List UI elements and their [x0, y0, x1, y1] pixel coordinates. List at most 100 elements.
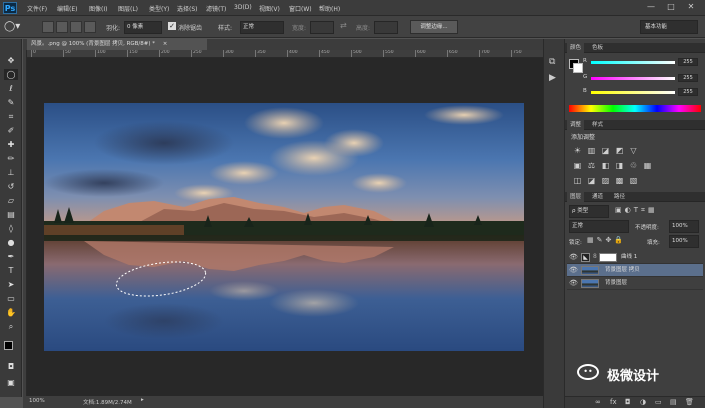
tab-styles[interactable]: 样式 [589, 120, 606, 130]
menu-item[interactable]: 滤镜(T) [206, 4, 226, 13]
layer-thumbnail[interactable] [581, 279, 599, 288]
adjustment-icon[interactable]: ▽ [629, 146, 638, 155]
document-tab[interactable]: 风景。.png @ 100% (背景图层 拷贝, RGB/8#) * × [27, 39, 207, 50]
shape-tool-icon[interactable]: ▭ [4, 293, 18, 304]
refine-edge-button[interactable]: 调整边缘... [410, 20, 458, 34]
marquee-tool-icon[interactable]: ◯ [4, 69, 18, 80]
dodge-tool-icon[interactable]: ● [4, 237, 18, 248]
close-button[interactable]: ✕ [684, 2, 698, 13]
layer-footer-icon[interactable]: ◑ [640, 398, 646, 406]
layer-row-selected[interactable]: 👁 背景图层 拷贝 [567, 264, 703, 277]
workspace-select[interactable]: 基本功能 [640, 20, 698, 34]
layer-row[interactable]: 👁 ◣ 8 曲线 1 [567, 251, 703, 264]
g-value[interactable]: 255 [678, 74, 698, 82]
menu-item[interactable]: 窗口(W) [289, 4, 312, 13]
layer-name[interactable]: 背景图层 [605, 279, 627, 288]
feather-input[interactable]: 0 像素 [124, 21, 162, 34]
layer-filter-select[interactable]: ρ 类型 [569, 205, 609, 218]
g-track[interactable] [591, 77, 675, 80]
opacity-input[interactable]: 100% [669, 220, 699, 233]
actions-panel-icon[interactable]: ▶ [549, 73, 561, 85]
tab-adjustments[interactable]: 调整 [567, 120, 585, 130]
antialias-checkbox[interactable]: ✓ [168, 22, 176, 30]
blend-mode-select[interactable]: 正常 [569, 220, 629, 233]
layer-footer-icon[interactable]: ▭ [655, 398, 662, 406]
crop-tool-icon[interactable]: ⌗ [4, 111, 18, 122]
menu-item[interactable]: 编辑(E) [57, 4, 77, 13]
new-selection-icon[interactable] [42, 21, 54, 33]
add-selection-icon[interactable] [56, 21, 68, 33]
menu-item[interactable]: 视图(V) [259, 4, 280, 13]
adjustment-icon[interactable]: ♲ [629, 161, 638, 170]
tab-close-icon[interactable]: × [163, 41, 168, 47]
landscape-photo[interactable] [44, 103, 524, 351]
ellipse-marquee-preset-icon[interactable]: ◯▾ [4, 20, 26, 34]
move-tool-icon[interactable]: ✥ [4, 55, 18, 66]
hand-tool-icon[interactable]: ✋ [4, 307, 18, 318]
visibility-eye-icon[interactable]: 👁 [569, 279, 578, 287]
color-spectrum[interactable] [569, 105, 701, 112]
r-value[interactable]: 255 [678, 58, 698, 66]
height-input[interactable] [374, 21, 398, 34]
quick-select-tool-icon[interactable]: ✎ [4, 97, 18, 108]
adjustment-icon[interactable]: ▧ [629, 176, 638, 185]
status-menu-icon[interactable]: ▸ [141, 397, 144, 403]
layer-name[interactable]: 曲线 1 [621, 253, 637, 262]
adjustment-icon[interactable]: ◧ [601, 161, 610, 170]
tab-paths[interactable]: 路径 [611, 192, 628, 202]
b-track[interactable] [591, 91, 675, 94]
r-track[interactable] [591, 61, 675, 64]
menu-item[interactable]: 3D(D) [234, 4, 252, 11]
canvas-area[interactable] [27, 58, 543, 396]
foreground-color-swatch[interactable] [4, 341, 13, 350]
stamp-tool-icon[interactable]: ⊥ [4, 167, 18, 178]
adjustment-icon[interactable]: ▦ [643, 161, 652, 170]
path-select-tool-icon[interactable]: ➤ [4, 279, 18, 290]
panel-background-swatch[interactable] [573, 63, 583, 73]
lasso-tool-icon[interactable]: ℓ [4, 83, 18, 94]
blur-tool-icon[interactable]: ◊ [4, 223, 18, 234]
tab-layers[interactable]: 图层 [567, 192, 585, 202]
eyedropper-tool-icon[interactable]: ✐ [4, 125, 18, 136]
adjustment-icon[interactable]: ▩ [615, 176, 624, 185]
layer-thumbnail[interactable] [581, 266, 599, 275]
layer-mask-thumbnail[interactable] [599, 253, 617, 262]
intersect-selection-icon[interactable] [84, 21, 96, 33]
adjustment-icon[interactable]: ☀ [573, 146, 582, 155]
g-slider[interactable]: G 255 [583, 74, 701, 82]
screen-mode-icon[interactable]: ▣ [4, 377, 18, 388]
minimize-button[interactable]: — [644, 2, 658, 13]
healing-tool-icon[interactable]: ✚ [4, 139, 18, 150]
adjustment-icon[interactable]: ▣ [573, 161, 582, 170]
tab-swatches[interactable]: 色板 [589, 43, 606, 53]
layer-filter-icons[interactable]: ▣◐T⌗▦ [615, 206, 658, 215]
menu-item[interactable]: 帮助(H) [319, 4, 340, 13]
adjustment-icon[interactable]: ⚖ [587, 161, 596, 170]
swap-icon[interactable]: ⇄ [340, 21, 347, 30]
layer-footer-icon[interactable]: fx [610, 398, 617, 406]
history-panel-icon[interactable]: ⧉ [549, 57, 561, 69]
gradient-tool-icon[interactable]: ▤ [4, 209, 18, 220]
layer-footer-icon[interactable]: ∞ [595, 398, 601, 406]
style-select[interactable]: 正常 [240, 21, 284, 34]
visibility-eye-icon[interactable]: 👁 [569, 253, 578, 261]
adjustment-icon[interactable]: ◪ [601, 146, 610, 155]
layer-name[interactable]: 背景图层 拷贝 [605, 266, 640, 275]
adjustment-icon[interactable]: ◫ [573, 176, 582, 185]
visibility-eye-icon[interactable]: 👁 [569, 266, 578, 274]
eraser-tool-icon[interactable]: ▱ [4, 195, 18, 206]
tab-color[interactable]: 颜色 [567, 43, 585, 53]
subtract-selection-icon[interactable] [70, 21, 82, 33]
zoom-level[interactable]: 100% [29, 398, 45, 404]
width-input[interactable] [310, 21, 334, 34]
r-slider[interactable]: R 255 [583, 58, 701, 66]
menu-item[interactable]: 类型(Y) [149, 4, 169, 13]
adjustment-icon[interactable]: ◨ [615, 161, 624, 170]
menu-item[interactable]: 图层(L) [118, 4, 138, 13]
adjustment-icon[interactable]: ◪ [587, 176, 596, 185]
layer-footer-icon[interactable]: ◘ [625, 398, 631, 406]
adjustment-icon[interactable]: ◩ [615, 146, 624, 155]
adjustment-icon[interactable]: ▨ [601, 176, 610, 185]
pen-tool-icon[interactable]: ✒ [4, 251, 18, 262]
layer-footer-icon[interactable]: 🗑 [685, 398, 694, 406]
